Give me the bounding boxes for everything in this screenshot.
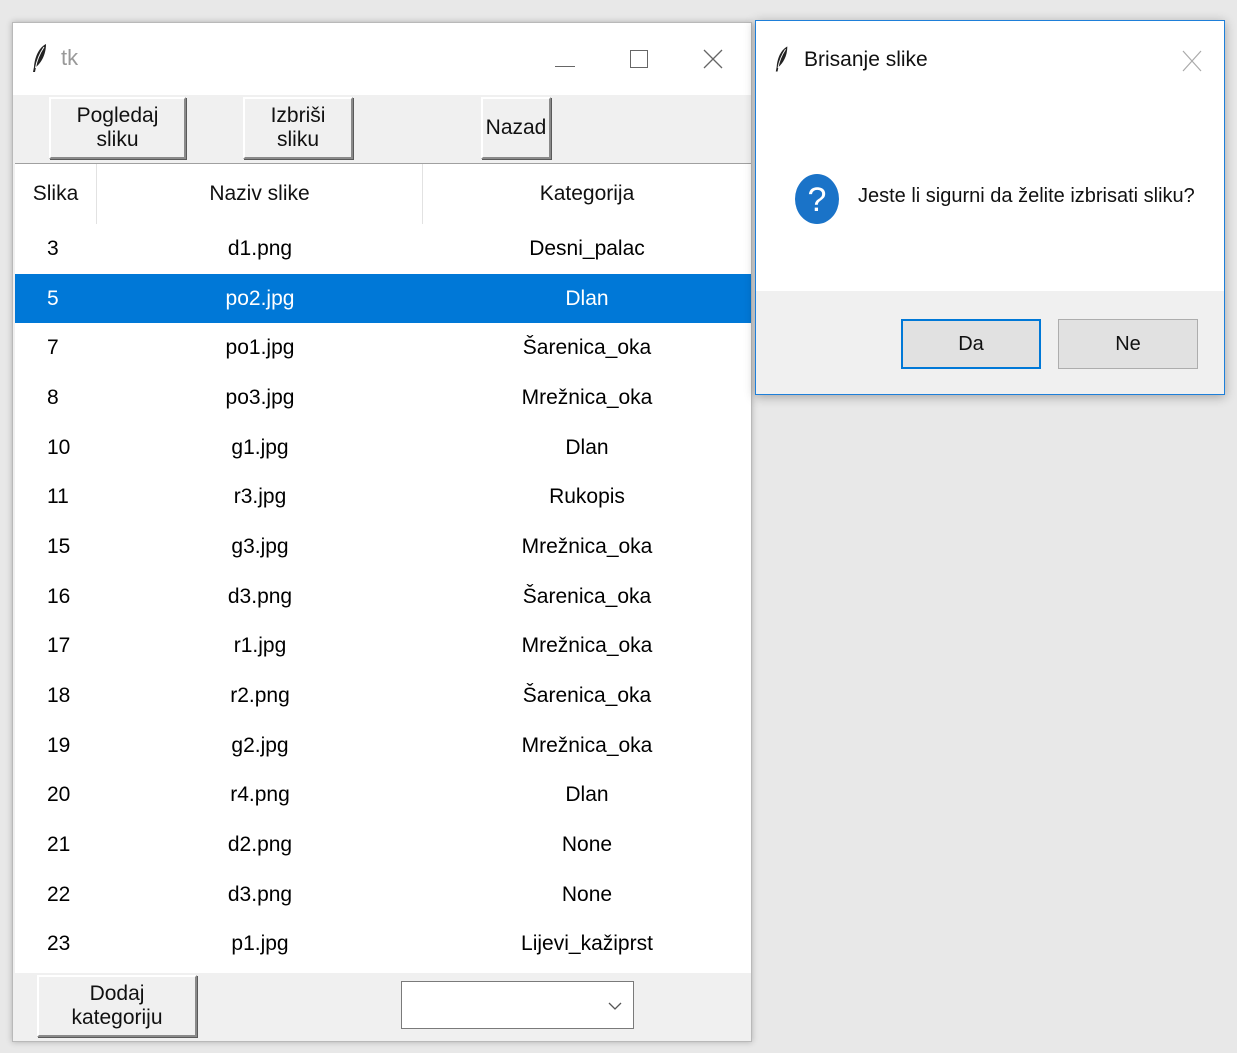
cell-image-name: d3.png bbox=[227, 584, 293, 608]
delete-confirm-dialog: Brisanje slike ? Jeste li sigurni da žel… bbox=[755, 20, 1225, 395]
table-row[interactable]: 11 r3.jpg Rukopis bbox=[15, 472, 751, 522]
cell-category: Šarenica_oka bbox=[522, 684, 652, 708]
cell-image-name: d1.png bbox=[227, 236, 293, 260]
cell-image-name: po1.jpg bbox=[225, 336, 295, 360]
table-row[interactable]: 10 g1.jpg Dlan bbox=[15, 423, 751, 473]
table-row[interactable]: 20 r4.png Dlan bbox=[15, 771, 751, 821]
add-category-button[interactable]: Dodaj kategoriju bbox=[37, 975, 197, 1037]
table-row[interactable]: 8 po3.jpg Mrežnica_oka bbox=[15, 373, 751, 423]
cell-image-name: d3.png bbox=[227, 882, 293, 906]
cell-category: Mrežnica_oka bbox=[521, 534, 653, 558]
cell-category: Dlan bbox=[565, 783, 609, 807]
minimize-icon bbox=[555, 65, 575, 67]
cell-category: Lijevi_kažiprst bbox=[521, 932, 653, 956]
table-row[interactable]: 17 r1.jpg Mrežnica_oka bbox=[15, 622, 751, 672]
dialog-title: Brisanje slike bbox=[804, 48, 928, 71]
svg-text:?: ? bbox=[808, 181, 827, 219]
table-row[interactable]: 3 d1.png Desni_palac bbox=[15, 224, 751, 274]
category-combobox[interactable] bbox=[401, 981, 634, 1029]
cell-category: Šarenica_oka bbox=[522, 336, 652, 360]
column-header-naziv[interactable]: Naziv slike bbox=[97, 164, 423, 224]
cell-category: Mrežnica_oka bbox=[521, 733, 653, 757]
cell-category: Dlan bbox=[565, 286, 609, 310]
cell-category: Rukopis bbox=[549, 485, 625, 509]
table-row[interactable]: 21 d2.png None bbox=[15, 820, 751, 870]
table-header: Slika Naziv slike Kategorija bbox=[15, 164, 751, 224]
minimize-button[interactable] bbox=[543, 37, 587, 81]
close-button[interactable] bbox=[691, 37, 735, 81]
dialog-message: Jeste li sigurni da želite izbrisati sli… bbox=[858, 185, 1195, 207]
delete-image-button[interactable]: Izbriši sliku bbox=[243, 97, 353, 159]
tk-feather-icon bbox=[775, 46, 788, 72]
cell-image-name: r1.jpg bbox=[233, 634, 287, 658]
table-row[interactable]: 15 g3.jpg Mrežnica_oka bbox=[15, 522, 751, 572]
cell-category: Mrežnica_oka bbox=[521, 634, 653, 658]
view-image-button[interactable]: Pogledaj sliku bbox=[49, 97, 186, 159]
cell-image-name: po3.jpg bbox=[225, 385, 295, 409]
table-row[interactable]: 5 po2.jpg Dlan bbox=[15, 273, 751, 324]
dialog-content: ? Jeste li sigurni da želite izbrisati s… bbox=[756, 101, 1224, 291]
table-row[interactable]: 16 d3.png Šarenica_oka bbox=[15, 572, 751, 622]
column-header-kategorija[interactable]: Kategorija bbox=[423, 164, 751, 224]
cell-image-name: d2.png bbox=[227, 833, 293, 857]
main-titlebar: tk bbox=[13, 23, 751, 95]
cell-category: Mrežnica_oka bbox=[521, 385, 653, 409]
window-title: tk bbox=[61, 45, 79, 70]
cell-image-name: g2.jpg bbox=[231, 733, 289, 757]
cell-image-name: p1.jpg bbox=[231, 932, 289, 956]
cell-category: Dlan bbox=[565, 435, 609, 459]
images-table[interactable]: Slika Naziv slike Kategorija 3 d1.png Desn… bbox=[15, 163, 751, 973]
cell-image-name: po2.jpg bbox=[225, 286, 295, 310]
close-icon bbox=[1182, 50, 1202, 72]
cell-image-name: g1.jpg bbox=[231, 435, 289, 459]
cell-image-name: r3.jpg bbox=[233, 485, 287, 509]
cell-category: None bbox=[561, 882, 613, 906]
back-button[interactable]: Nazad bbox=[481, 97, 551, 159]
tk-feather-icon bbox=[33, 44, 46, 72]
yes-button[interactable]: Da bbox=[901, 319, 1041, 369]
table-row[interactable]: 18 r2.png Šarenica_oka bbox=[15, 671, 751, 721]
cell-image-name: r2.png bbox=[230, 684, 290, 708]
column-header-slika[interactable]: Slika bbox=[15, 164, 97, 224]
cell-image-name: g3.jpg bbox=[231, 534, 289, 558]
maximize-icon bbox=[630, 50, 648, 68]
toolbar: Pogledaj sliku Izbriši sliku Nazad bbox=[13, 95, 751, 163]
maximize-button[interactable] bbox=[617, 37, 661, 81]
dialog-titlebar: Brisanje slike bbox=[756, 21, 1224, 101]
question-icon: ? bbox=[795, 174, 839, 224]
table-row[interactable]: 23 p1.jpg Lijevi_kažiprst bbox=[15, 920, 751, 970]
cell-category: Desni_palac bbox=[529, 236, 645, 260]
close-icon bbox=[703, 49, 723, 69]
table-row[interactable]: 22 d3.png None bbox=[15, 870, 751, 920]
table-row[interactable]: 19 g2.jpg Mrežnica_oka bbox=[15, 721, 751, 771]
cell-image-name: r4.png bbox=[230, 783, 290, 807]
table-row[interactable]: 7 po1.jpg Šarenica_oka bbox=[15, 323, 751, 373]
cell-category: Šarenica_oka bbox=[522, 584, 652, 608]
no-button[interactable]: Ne bbox=[1058, 319, 1198, 369]
main-window: tk Pogledaj sliku Izbriši sliku Nazad Sl… bbox=[12, 22, 752, 1042]
table-body: 3 d1.png Desni_palac 5 po2.jpg Dlan 7 po1.jpg Ša… bbox=[15, 224, 751, 969]
cell-category: None bbox=[561, 833, 613, 857]
bottom-bar: Dodaj kategoriju bbox=[13, 973, 751, 1041]
dialog-close-button[interactable] bbox=[1174, 43, 1210, 79]
chevron-down-icon[interactable] bbox=[607, 998, 623, 1014]
